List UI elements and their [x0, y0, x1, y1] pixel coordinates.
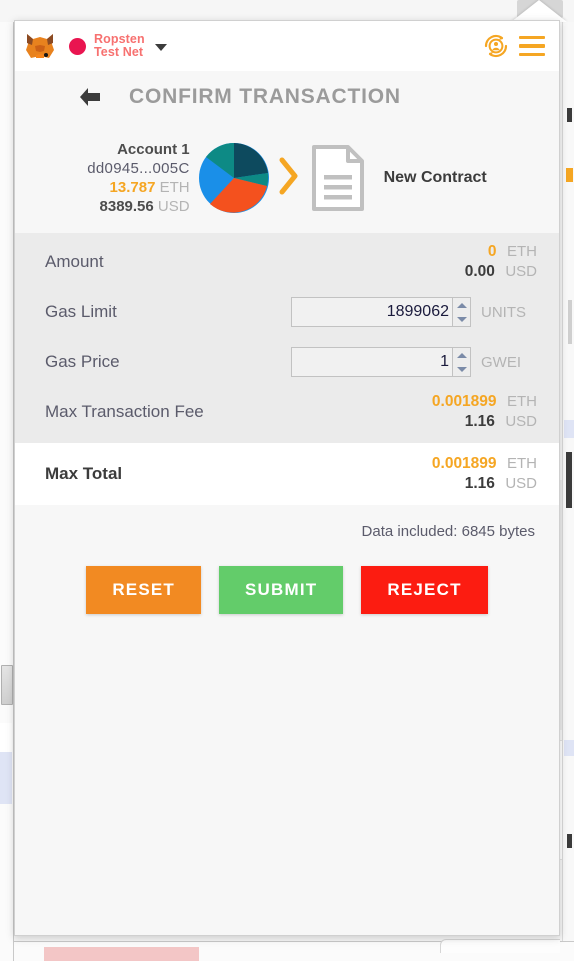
app-header: Ropsten Test Net: [15, 21, 559, 71]
amount-eth-value: 0: [487, 243, 497, 260]
transaction-details: Amount 0 ETH 0.00 USD Gas Limit 1899062 …: [15, 233, 559, 443]
detail-row-gas-limit: Gas Limit UNITS: [15, 287, 559, 337]
detail-row-amount: Amount 0 ETH 0.00 USD: [15, 237, 559, 287]
max-total-label: Max Total: [45, 464, 123, 483]
metamask-fox-icon[interactable]: [23, 30, 57, 62]
gas-limit-unit: UNITS: [481, 303, 526, 321]
gas-limit-label: Gas Limit: [45, 302, 117, 321]
reject-button[interactable]: REJECT: [361, 566, 488, 614]
network-name: Ropsten Test Net: [94, 32, 145, 59]
sender-account[interactable]: Account 1 dd0945...005C 13.787 ETH 8389.…: [87, 140, 189, 216]
back-arrow-icon[interactable]: [77, 85, 103, 109]
page-left-strip: [0, 0, 14, 961]
account-switch-icon[interactable]: [483, 33, 509, 59]
data-included-note: Data included: 6845 bytes: [15, 505, 559, 548]
header-actions: [483, 33, 545, 59]
transaction-total: Max Total 0.001899 ETH 1.16 USD: [15, 443, 559, 505]
reset-button[interactable]: RESET: [86, 566, 202, 614]
gas-limit-input[interactable]: [292, 303, 452, 321]
gas-price-control: GWEI: [291, 347, 537, 377]
gas-price-unit: GWEI: [481, 353, 521, 371]
max-total-eth-value: 0.001899: [431, 455, 497, 472]
detail-row-max-fee: Max Transaction Fee 0.001899 ETH 1.16 US…: [15, 387, 559, 437]
account-eth-balance: 13.787 ETH: [87, 178, 190, 197]
usd-balance-value: 8389.56: [99, 198, 154, 215]
metamask-popup: Ropsten Test Net CONFIRM TRANSACTION Acc…: [14, 20, 560, 936]
submit-button[interactable]: SUBMIT: [219, 566, 344, 614]
max-total-usd-value: 1.16: [464, 475, 495, 492]
gas-limit-increment[interactable]: [453, 298, 470, 312]
eth-balance-unit: ETH: [159, 179, 190, 196]
gas-limit-stepper[interactable]: [452, 298, 470, 326]
gas-limit-input-wrapper[interactable]: [291, 297, 471, 327]
amount-label: Amount: [45, 252, 104, 271]
gas-price-increment[interactable]: [453, 348, 470, 362]
max-fee-usd-value: 1.16: [464, 413, 495, 430]
detail-row-max-total: Max Total 0.001899 ETH 1.16 USD: [15, 443, 559, 505]
popup-caret-area: [0, 0, 574, 22]
gas-price-decrement[interactable]: [453, 362, 470, 376]
chevron-down-icon[interactable]: [154, 43, 167, 51]
page-title: CONFIRM TRANSACTION: [129, 85, 401, 108]
page-left-blue-block: [0, 752, 12, 804]
max-total-eth-unit: ETH: [507, 455, 537, 472]
max-fee-usd-unit: USD: [505, 413, 537, 430]
max-total-values: 0.001899 ETH 1.16 USD: [432, 454, 537, 494]
amount-usd-unit: USD: [505, 263, 537, 280]
page-bottom-card-edge: [440, 939, 560, 953]
account-name: Account 1: [117, 141, 190, 158]
gas-price-label: Gas Price: [45, 352, 120, 371]
amount-values: 0 ETH 0.00 USD: [465, 242, 537, 282]
recipient-label: New Contract: [383, 169, 487, 186]
gas-price-input-wrapper[interactable]: [291, 347, 471, 377]
transaction-route: Account 1 dd0945...005C 13.787 ETH 8389.…: [15, 123, 559, 233]
page-scrollbar-thumb[interactable]: [1, 665, 13, 705]
page-right-mark-4: [564, 420, 574, 438]
page-right-mark-6: [564, 740, 574, 756]
gas-price-input[interactable]: [292, 353, 452, 371]
page-right-mark-1: [567, 108, 572, 122]
network-selector[interactable]: Ropsten Test Net: [69, 33, 167, 59]
gas-price-stepper[interactable]: [452, 348, 470, 376]
amount-eth-unit: ETH: [507, 243, 537, 260]
page-left-white-block: [0, 723, 12, 753]
page-right-mark-2: [566, 168, 573, 182]
title-bar: CONFIRM TRANSACTION: [15, 71, 559, 123]
amount-usd-value: 0.00: [464, 263, 495, 280]
pie-identicon: [198, 142, 270, 214]
chevron-right-icon: [278, 154, 300, 203]
usd-balance-unit: USD: [157, 198, 190, 215]
page-right-mark-3: [568, 300, 572, 344]
max-fee-eth-value: 0.001899: [431, 393, 497, 410]
contract-document-icon: [308, 143, 368, 213]
max-fee-values: 0.001899 ETH 1.16 USD: [432, 392, 537, 432]
max-total-usd-unit: USD: [505, 475, 537, 492]
account-usd-balance: 8389.56 USD: [87, 197, 190, 216]
page-right-mark-5: [566, 452, 572, 508]
page-bottom-pink-bar: [44, 947, 199, 961]
network-status-dot: [69, 37, 86, 55]
page-right-mark-7: [567, 834, 572, 848]
action-buttons: RESET SUBMIT REJECT: [15, 548, 559, 640]
account-address: dd0945...005C: [87, 160, 190, 177]
hamburger-menu-icon[interactable]: [519, 35, 545, 57]
max-fee-label: Max Transaction Fee: [45, 402, 204, 421]
eth-balance-value: 13.787: [109, 179, 156, 196]
max-fee-eth-unit: ETH: [507, 393, 537, 410]
gas-limit-decrement[interactable]: [453, 312, 470, 326]
detail-row-gas-price: Gas Price GWEI: [15, 337, 559, 387]
gas-limit-control: UNITS: [291, 297, 537, 327]
popup-arrow: [511, 0, 567, 22]
